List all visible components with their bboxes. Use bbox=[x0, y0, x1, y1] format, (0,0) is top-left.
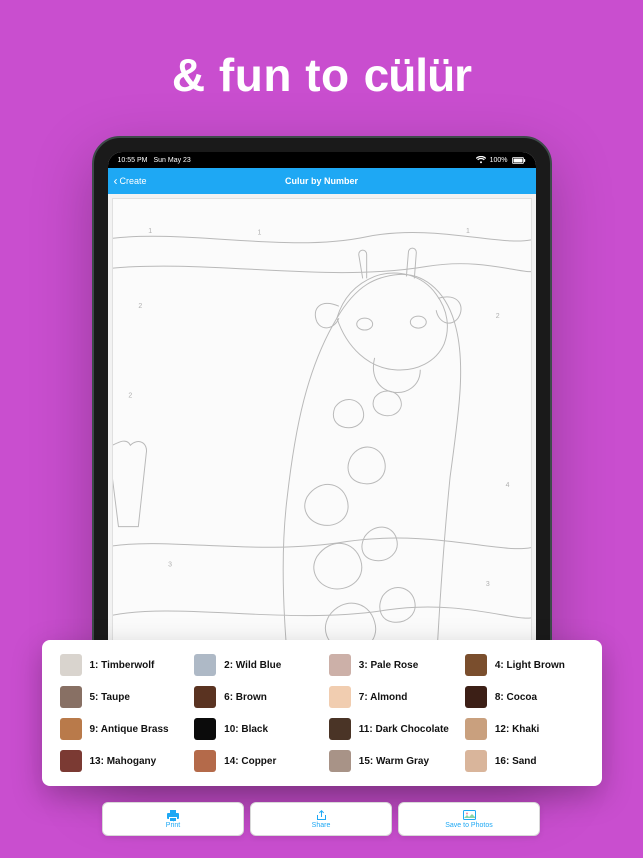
back-label: Create bbox=[120, 176, 147, 186]
back-button[interactable]: ‹ Create bbox=[108, 175, 147, 187]
color-palette: 1: Timberwolf 2: Wild Blue 3: Pale Rose 4: … bbox=[42, 640, 602, 786]
swatch-label: 4: Light Brown bbox=[495, 660, 565, 671]
color-swatch bbox=[60, 718, 82, 740]
color-swatch bbox=[194, 654, 216, 676]
print-label: Print bbox=[166, 822, 180, 829]
status-date: Sun May 23 bbox=[153, 157, 190, 164]
svg-text:2: 2 bbox=[128, 393, 132, 400]
swatch-label: 12: Khaki bbox=[495, 724, 539, 735]
svg-text:1: 1 bbox=[148, 228, 152, 235]
battery-icon bbox=[512, 157, 526, 164]
swatch-item[interactable]: 4: Light Brown bbox=[465, 654, 584, 676]
swatch-item[interactable]: 1: Timberwolf bbox=[60, 654, 179, 676]
swatch-label: 9: Antique Brass bbox=[90, 724, 169, 735]
color-swatch bbox=[465, 718, 487, 740]
swatch-item[interactable]: 9: Antique Brass bbox=[60, 718, 179, 740]
color-swatch bbox=[465, 750, 487, 772]
color-swatch bbox=[194, 718, 216, 740]
color-swatch bbox=[465, 686, 487, 708]
save-label: Save to Photos bbox=[445, 822, 492, 829]
save-button[interactable]: Save to Photos bbox=[398, 802, 540, 836]
swatch-item[interactable]: 14: Copper bbox=[194, 750, 313, 772]
swatch-item[interactable]: 10: Black bbox=[194, 718, 313, 740]
hero-prefix: & fun to bbox=[172, 48, 350, 102]
color-swatch bbox=[60, 750, 82, 772]
swatch-item[interactable]: 2: Wild Blue bbox=[194, 654, 313, 676]
status-time: 10:55 PM bbox=[118, 157, 148, 164]
swatch-item[interactable]: 16: Sand bbox=[465, 750, 584, 772]
color-swatch bbox=[194, 750, 216, 772]
swatch-label: 16: Sand bbox=[495, 756, 537, 767]
swatch-item[interactable]: 11: Dark Chocolate bbox=[329, 718, 449, 740]
swatch-item[interactable]: 7: Almond bbox=[329, 686, 449, 708]
color-swatch bbox=[329, 750, 351, 772]
svg-text:2: 2 bbox=[138, 303, 142, 310]
chevron-left-icon: ‹ bbox=[114, 175, 118, 187]
swatch-label: 14: Copper bbox=[224, 756, 276, 767]
swatch-label: 6: Brown bbox=[224, 692, 267, 703]
hero-title: & fun to cülür bbox=[172, 48, 471, 102]
swatch-label: 3: Pale Rose bbox=[359, 660, 418, 671]
color-swatch bbox=[329, 654, 351, 676]
swatch-item[interactable]: 8: Cocoa bbox=[465, 686, 584, 708]
share-button[interactable]: Share bbox=[250, 802, 392, 836]
swatch-label: 10: Black bbox=[224, 724, 268, 735]
swatch-item[interactable]: 6: Brown bbox=[194, 686, 313, 708]
hero-brand: cülür bbox=[364, 48, 471, 102]
swatch-item[interactable]: 15: Warm Gray bbox=[329, 750, 449, 772]
swatch-label: 8: Cocoa bbox=[495, 692, 537, 703]
color-swatch bbox=[329, 686, 351, 708]
color-swatch bbox=[194, 686, 216, 708]
wifi-icon bbox=[476, 156, 486, 164]
swatch-label: 2: Wild Blue bbox=[224, 660, 281, 671]
swatch-item[interactable]: 3: Pale Rose bbox=[329, 654, 449, 676]
swatch-label: 13: Mahogany bbox=[90, 756, 157, 767]
swatch-label: 15: Warm Gray bbox=[359, 756, 429, 767]
color-swatch bbox=[60, 654, 82, 676]
action-bar: Print Share Save to Photos bbox=[102, 802, 540, 836]
print-button[interactable]: Print bbox=[102, 802, 244, 836]
share-label: Share bbox=[312, 822, 331, 829]
share-icon bbox=[316, 810, 327, 821]
swatch-label: 5: Taupe bbox=[90, 692, 130, 703]
color-swatch bbox=[60, 686, 82, 708]
swatch-label: 1: Timberwolf bbox=[90, 660, 155, 671]
page-title: Culur by Number bbox=[285, 176, 358, 186]
status-battery: 100% bbox=[490, 157, 508, 164]
swatch-label: 11: Dark Chocolate bbox=[359, 724, 449, 735]
nav-bar: ‹ Create Culur by Number bbox=[108, 168, 536, 194]
status-bar: 10:55 PM Sun May 23 100% bbox=[108, 152, 536, 168]
color-swatch bbox=[465, 654, 487, 676]
swatch-item[interactable]: 5: Taupe bbox=[60, 686, 179, 708]
printer-icon bbox=[167, 810, 179, 821]
swatch-item[interactable]: 13: Mahogany bbox=[60, 750, 179, 772]
svg-text:3: 3 bbox=[485, 581, 489, 588]
swatch-label: 7: Almond bbox=[359, 692, 408, 703]
svg-text:4: 4 bbox=[505, 482, 509, 489]
svg-text:3: 3 bbox=[168, 561, 172, 568]
svg-text:2: 2 bbox=[495, 313, 499, 320]
color-swatch bbox=[329, 718, 351, 740]
photos-icon bbox=[463, 810, 476, 821]
svg-text:1: 1 bbox=[257, 230, 261, 237]
svg-text:1: 1 bbox=[465, 228, 469, 235]
swatch-item[interactable]: 12: Khaki bbox=[465, 718, 584, 740]
